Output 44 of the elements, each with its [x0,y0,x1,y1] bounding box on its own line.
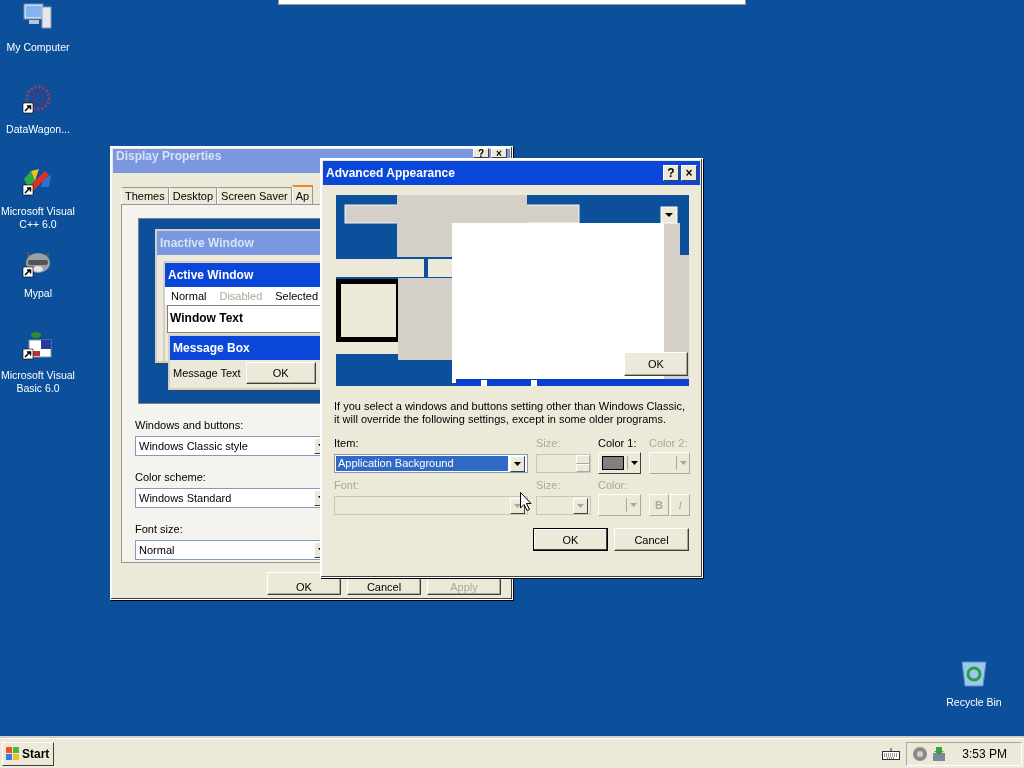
program-icon[interactable] [21,329,55,361]
keyboard-icon[interactable] [882,747,901,760]
field-label: Windows and buttons: [135,419,244,432]
field-label: Size: [536,437,562,450]
dropdown-arrow-button[interactable] [510,455,525,472]
menu-item: Disabled [219,290,263,302]
dialog-button[interactable]: OK [267,572,341,595]
note-text: If you select a windows and buttons setting other than Windows Classic, it will override the following settings, except in some older programs. [334,400,686,426]
message-text: Message Text [173,367,241,379]
field-label: Item: [334,437,360,450]
windows-flag-icon [6,747,20,760]
tab[interactable]: Desktop [168,187,218,204]
field-label: Color 2: [649,437,689,450]
field-label: Color: [598,479,629,492]
window-title: Advanced Appearance [326,166,455,180]
network-icon[interactable] [931,745,948,762]
icon-label[interactable]: Microsoft Visual Basic 6.0 [0,369,76,395]
field-label: Color 1: [598,437,638,450]
cursor-icon [520,492,532,511]
icon-label[interactable]: Microsoft Visual C++ 6.0 [0,205,76,231]
start-button[interactable]: Start [2,741,54,766]
help-button[interactable]: ? [663,165,679,181]
field-label: Font size: [135,523,183,536]
window-title: Display Properties [116,149,222,163]
field-label: Color scheme: [135,471,206,484]
window-text: Window Text [170,311,243,325]
speaker-icon[interactable] [912,745,929,762]
tab[interactable]: Ap [291,185,314,204]
icon-label[interactable]: Mypal [24,287,52,300]
tab[interactable]: Screen Saver [217,187,292,204]
dialog-button[interactable]: Cancel [614,528,689,551]
dropdown[interactable]: Application Background [334,454,528,473]
dialog-button[interactable]: OK [533,528,608,551]
ok-button[interactable]: OK [245,362,316,384]
icon-label[interactable]: DataWagon... [6,123,70,136]
field-label: Size: [536,479,562,492]
icon-label[interactable]: My Computer [6,41,70,54]
icon-label[interactable]: Recycle Bin [946,696,1002,709]
ok-button[interactable]: OK [624,352,688,376]
field-label: Font: [334,479,361,492]
tab[interactable]: Themes [121,187,169,204]
clock: 3:53 PM [962,746,1007,761]
close-button[interactable]: × [681,165,697,181]
color-picker-button[interactable] [598,452,641,474]
